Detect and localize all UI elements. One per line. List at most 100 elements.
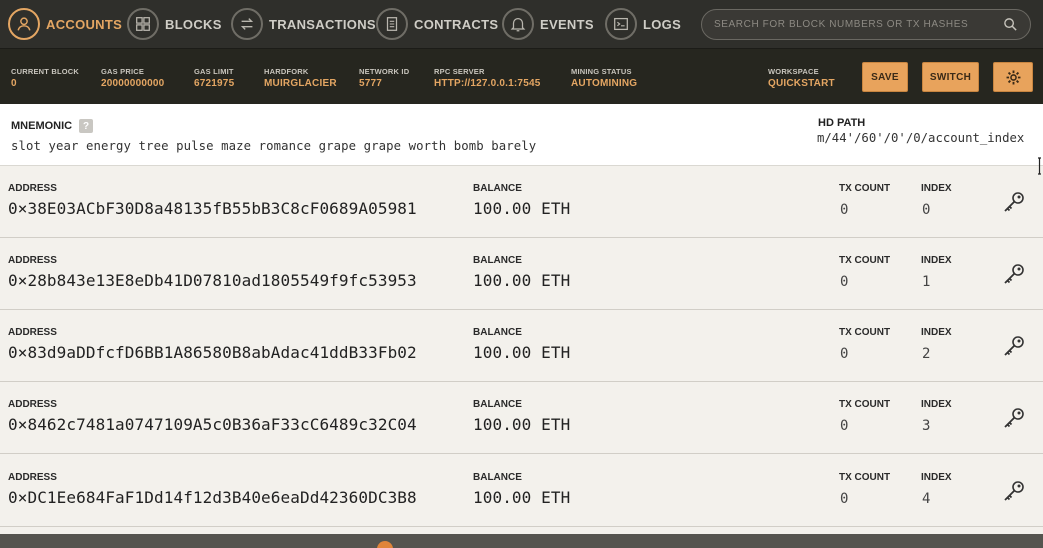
key-icon[interactable] [1002, 334, 1026, 358]
stat-mining-status: MINING STATUS AUTOMINING [571, 67, 637, 89]
nav-logs-label: LOGS [643, 16, 682, 32]
address-label: ADDRESS [8, 472, 57, 483]
gas-price-label: GAS PRICE [101, 67, 145, 76]
nav-transactions-label: TRANSACTIONS [269, 16, 376, 32]
nav-transactions[interactable]: TRANSACTIONS [231, 0, 376, 48]
account-row: ADDRESS 0×38E03ACbF30D8a48135fB55bB3C8cF… [0, 166, 1043, 238]
rpc-server-value: HTTP://127.0.0.1:7545 [434, 78, 541, 89]
index-label: INDEX [921, 399, 952, 410]
nav-contracts[interactable]: CONTRACTS [376, 0, 498, 48]
nav-contracts-label: CONTRACTS [414, 16, 499, 32]
gas-limit-label: GAS LIMIT [194, 67, 234, 76]
address-label: ADDRESS [8, 255, 57, 266]
account-address: 0×8462c7481a0747109A5c0B36aF33cC6489c32C… [8, 415, 417, 434]
index-value: 4 [922, 491, 931, 507]
hd-path-label: HD PATH [818, 117, 866, 129]
rpc-server-label: RPC SERVER [434, 67, 485, 76]
account-balance: 100.00 ETH [473, 488, 571, 507]
address-label: ADDRESS [8, 327, 57, 338]
stat-rpc-server: RPC SERVER HTTP://127.0.0.1:7545 [434, 67, 540, 89]
workspace-label: WORKSPACE [768, 67, 819, 76]
current-block-value: 0 [11, 78, 17, 89]
nav-accounts[interactable]: ACCOUNTS [8, 0, 122, 48]
current-block-label: CURRENT BLOCK [11, 67, 80, 76]
key-icon[interactable] [1002, 262, 1026, 286]
gas-price-value: 20000000000 [101, 78, 165, 89]
stat-current-block: CURRENT BLOCK 0 [11, 67, 79, 89]
tx-count-value: 0 [840, 418, 849, 434]
network-id-label: NETWORK ID [359, 67, 410, 76]
workspace-value: QUICKSTART [768, 78, 835, 89]
nav-blocks-label: BLOCKS [165, 16, 222, 32]
index-value: 0 [922, 202, 931, 218]
save-button[interactable]: SAVE [862, 62, 908, 92]
index-label: INDEX [921, 327, 952, 338]
hardfork-value: MUIRGLACIER [264, 78, 337, 89]
balance-label: BALANCE [473, 399, 522, 410]
status-bar: CURRENT BLOCK 0 GAS PRICE 20000000000 GA… [0, 48, 1043, 104]
account-row: ADDRESS 0×28b843e13E8eDb41D07810ad180554… [0, 238, 1043, 310]
balance-label: BALANCE [473, 327, 522, 338]
balance-label: BALANCE [473, 183, 522, 194]
account-balance: 100.00 ETH [473, 343, 571, 362]
key-icon[interactable] [1002, 190, 1026, 214]
switch-button[interactable]: SWITCH [922, 62, 979, 92]
address-label: ADDRESS [8, 399, 57, 410]
index-value: 3 [922, 418, 931, 434]
settings-button[interactable] [993, 62, 1033, 92]
account-balance: 100.00 ETH [473, 199, 571, 218]
blocks-icon [127, 8, 159, 40]
account-address: 0×38E03ACbF30D8a48135fB55bB3C8cF0689A059… [8, 199, 417, 218]
mnemonic-heading: MNEMONIC ? [11, 119, 94, 133]
tx-count-label: TX COUNT [839, 399, 891, 410]
tx-count-label: TX COUNT [839, 183, 891, 194]
index-label: INDEX [921, 472, 952, 483]
index-label: INDEX [921, 183, 952, 194]
stat-network-id: NETWORK ID 5777 [359, 67, 409, 89]
index-value: 2 [922, 346, 931, 362]
document-icon [376, 8, 408, 40]
mnemonic-label: MNEMONIC [11, 120, 73, 132]
tx-count-label: TX COUNT [839, 255, 891, 266]
tx-count-value: 0 [840, 274, 849, 290]
text-cursor-icon [1038, 157, 1041, 175]
transfer-icon [231, 8, 263, 40]
index-value: 1 [922, 274, 931, 290]
gas-limit-value: 6721975 [194, 78, 235, 89]
hd-path-value: m/44'/60'/0'/0/account_index [817, 131, 1025, 145]
search-input[interactable] [714, 19, 1003, 30]
stat-gas-limit: GAS LIMIT 6721975 [194, 67, 234, 89]
stat-gas-price: GAS PRICE 20000000000 [101, 67, 164, 89]
search-box [701, 9, 1031, 40]
nav-events[interactable]: EVENTS [502, 0, 594, 48]
key-icon[interactable] [1002, 479, 1026, 503]
tx-count-label: TX COUNT [839, 472, 891, 483]
mnemonic-words: slot year energy tree pulse maze romance… [11, 139, 537, 153]
nav-blocks[interactable]: BLOCKS [127, 0, 222, 48]
nav-logs[interactable]: LOGS [605, 0, 681, 48]
bell-icon [502, 8, 534, 40]
balance-label: BALANCE [473, 472, 522, 483]
tx-count-value: 0 [840, 491, 849, 507]
mining-status-value: AUTOMINING [571, 78, 638, 89]
nav-events-label: EVENTS [540, 16, 594, 32]
key-icon[interactable] [1002, 406, 1026, 430]
balance-label: BALANCE [473, 255, 522, 266]
search-icon[interactable] [1003, 17, 1018, 32]
network-id-value: 5777 [359, 78, 383, 89]
nav-accounts-label: ACCOUNTS [46, 16, 123, 32]
account-row: ADDRESS 0×DC1Ee684FaF1Dd14f12d3B40e6eaDd… [0, 455, 1043, 527]
tx-count-value: 0 [840, 202, 849, 218]
mining-status-label: MINING STATUS [571, 67, 632, 76]
account-address: 0×83d9aDDfcfD6BB1A86580B8abAdac41ddB33Fb… [8, 343, 417, 362]
stat-hardfork: HARDFORK MUIRGLACIER [264, 67, 337, 89]
hardfork-label: HARDFORK [264, 67, 309, 76]
index-label: INDEX [921, 255, 952, 266]
account-address: 0×28b843e13E8eDb41D07810ad1805549f9fc539… [8, 271, 417, 290]
account-balance: 100.00 ETH [473, 415, 571, 434]
top-navigation: ACCOUNTS BLOCKS TRANSACTIONS CONTRACTS E… [0, 0, 1043, 48]
gear-icon [1006, 70, 1020, 84]
help-icon[interactable]: ? [79, 119, 94, 133]
account-balance: 100.00 ETH [473, 271, 571, 290]
address-label: ADDRESS [8, 183, 57, 194]
